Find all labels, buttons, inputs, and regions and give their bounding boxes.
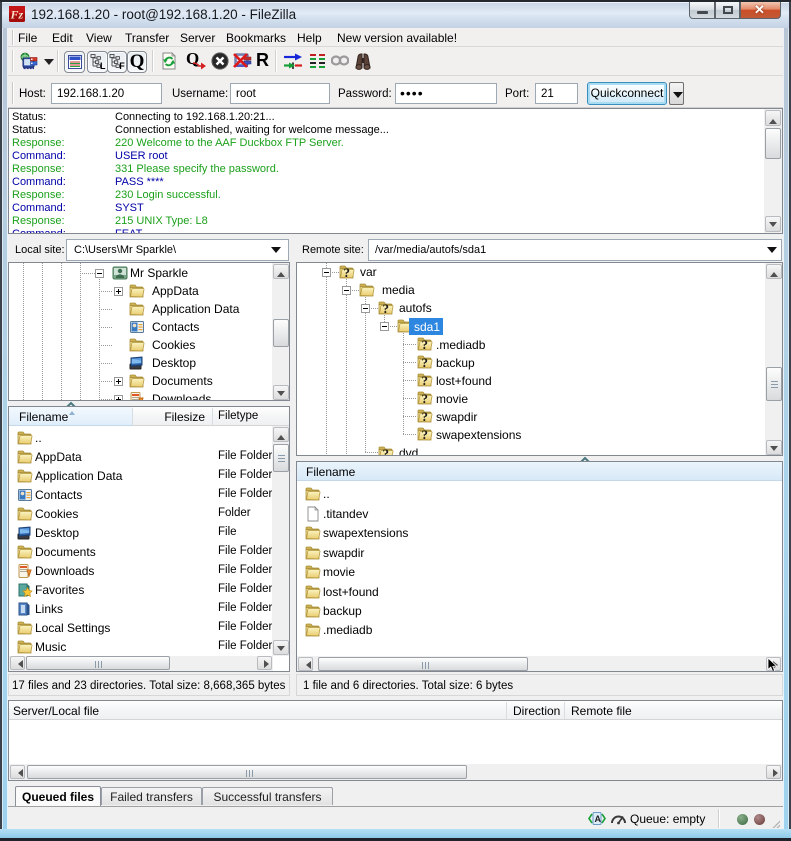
svg-text:L: L [100,61,106,70]
svg-text:A: A [595,814,602,824]
svg-text:Fz: Fz [10,8,24,22]
svg-text:F: F [119,61,125,70]
